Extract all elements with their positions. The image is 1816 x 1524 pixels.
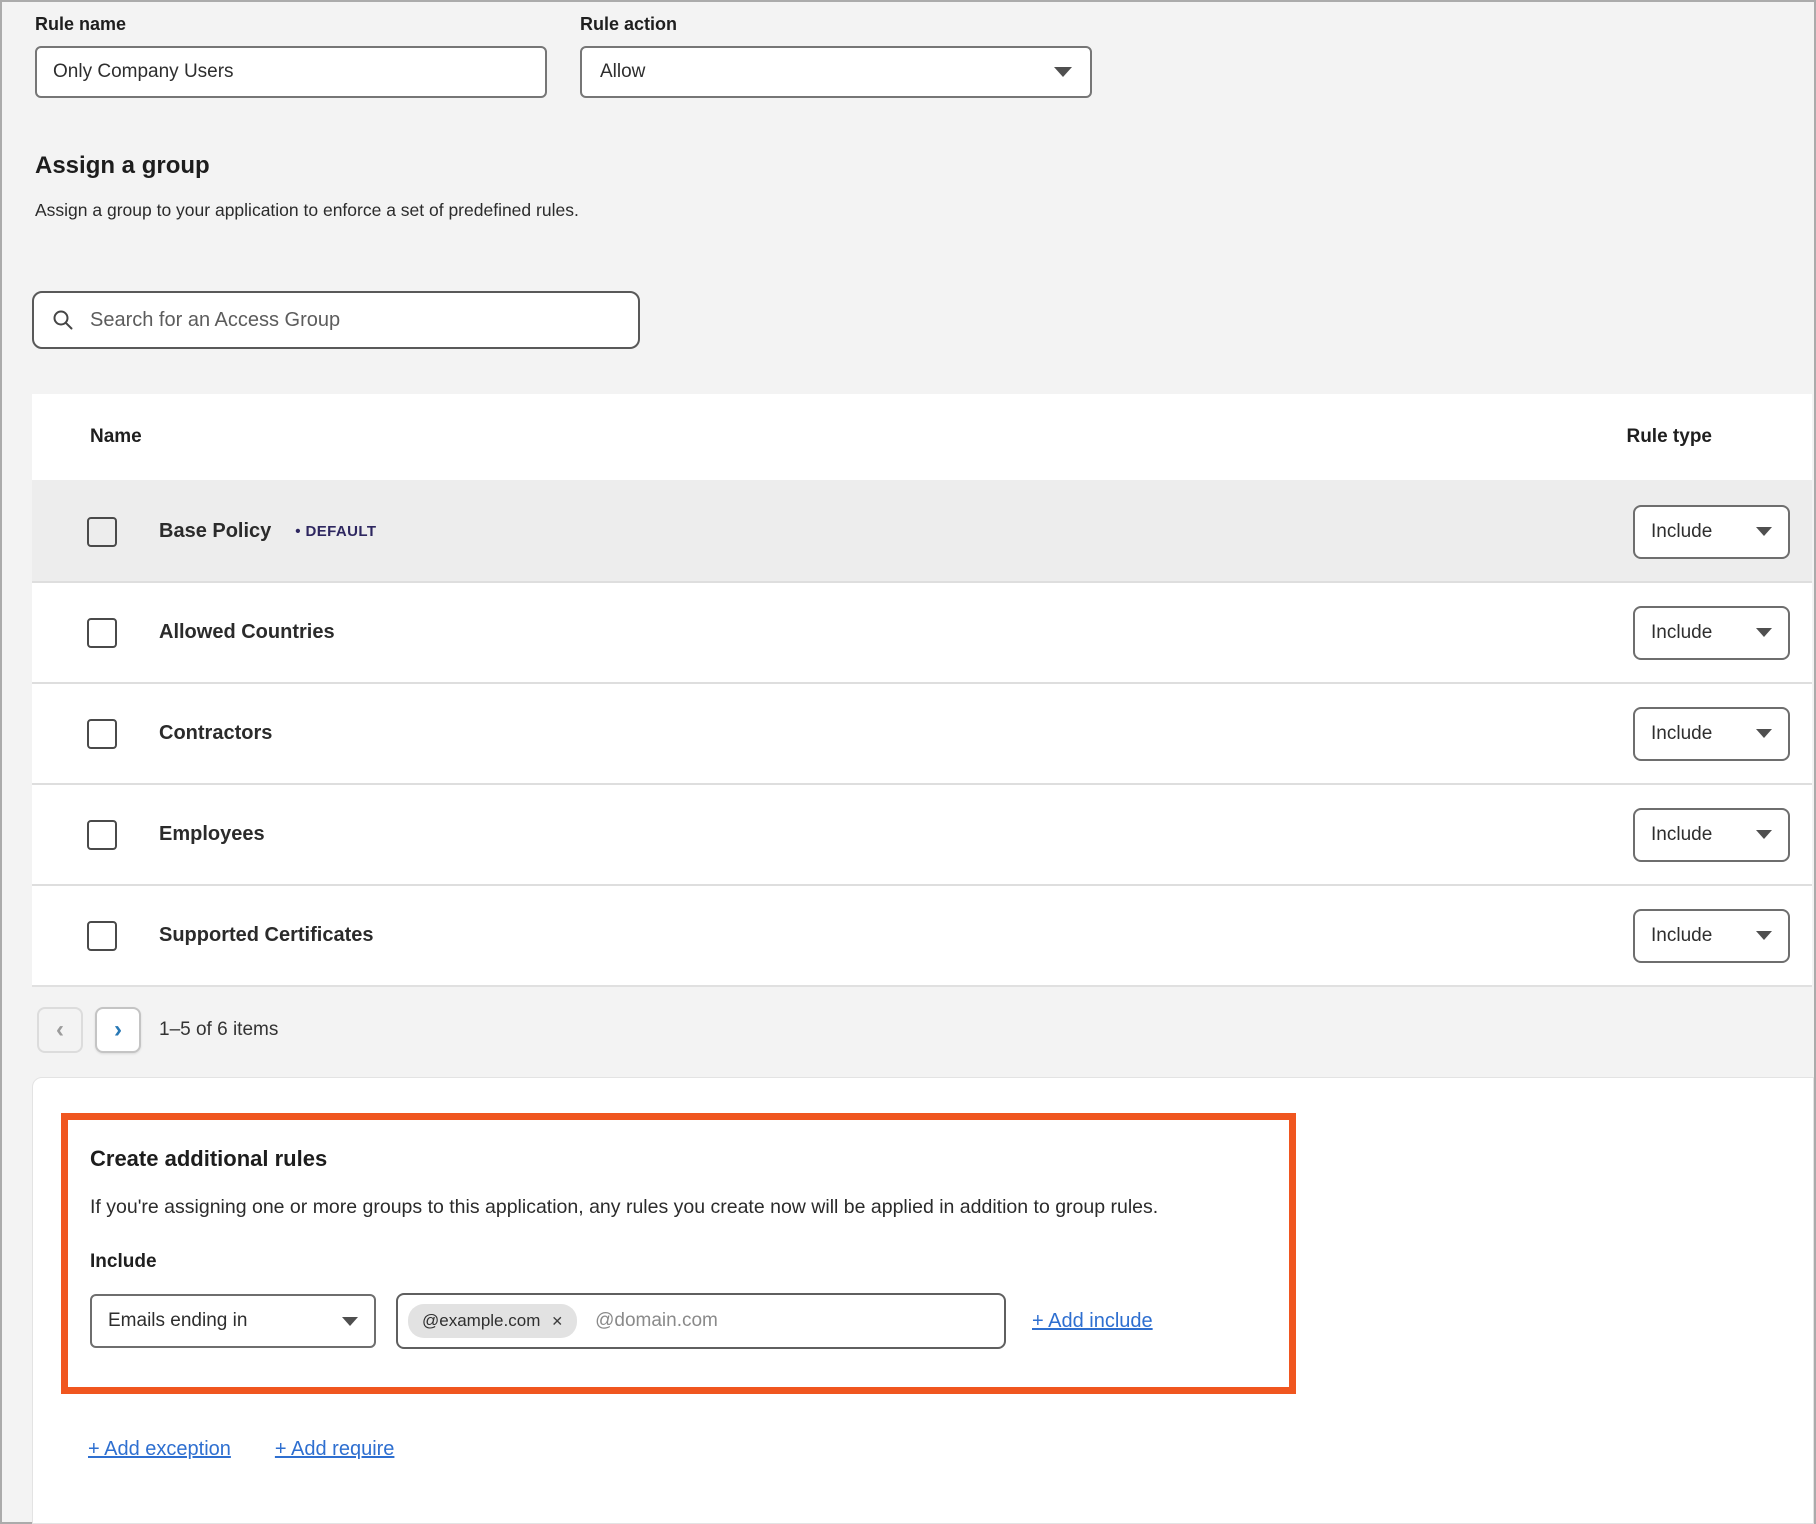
rule-type-select[interactable]: Include	[1633, 707, 1790, 761]
rule-type-select[interactable]: Include	[1633, 808, 1790, 862]
rule-action-label: Rule action	[580, 14, 1092, 35]
rule-type-select[interactable]: Include	[1633, 505, 1790, 559]
rule-action-field-group: Rule action Allow	[580, 14, 1092, 98]
rule-type-select[interactable]: Include	[1633, 606, 1790, 660]
additional-rules-card: Create additional rules If you're assign…	[32, 1077, 1814, 1524]
pagination: ‹ › 1–5 of 6 items	[37, 1007, 278, 1053]
chevron-down-icon	[1756, 527, 1772, 536]
pagination-status: 1–5 of 6 items	[159, 1019, 278, 1041]
access-group-search	[32, 291, 640, 349]
table-row-base-policy[interactable]: Base Policy DEFAULT Include	[32, 480, 1812, 581]
assign-group-heading: Assign a group	[35, 152, 210, 180]
table-row-employees[interactable]: Employees Include	[32, 783, 1812, 884]
add-require-link[interactable]: + Add require	[275, 1438, 395, 1461]
condition-type-select[interactable]: Emails ending in	[90, 1294, 376, 1348]
row-checkbox[interactable]	[87, 921, 117, 951]
add-exception-link[interactable]: + Add exception	[88, 1438, 231, 1461]
rule-type-select[interactable]: Include	[1633, 909, 1790, 963]
chevron-down-icon	[1054, 67, 1072, 77]
search-input[interactable]	[88, 308, 620, 333]
additional-rules-description: If you're assigning one or more groups t…	[90, 1196, 1259, 1219]
default-badge: DEFAULT	[295, 523, 376, 540]
row-checkbox[interactable]	[87, 517, 117, 547]
table-row-contractors[interactable]: Contractors Include	[32, 682, 1812, 783]
row-name: Supported Certificates	[159, 924, 373, 947]
chevron-right-icon: ›	[114, 1016, 122, 1044]
assign-group-description: Assign a group to your application to en…	[35, 200, 579, 221]
email-domains-tag-input[interactable]: @example.com ✕	[396, 1293, 1006, 1349]
chevron-left-icon: ‹	[56, 1016, 64, 1044]
table-row-supported-certificates[interactable]: Supported Certificates Include	[32, 884, 1812, 985]
rule-name-input[interactable]	[35, 46, 547, 98]
rule-footer-links: + Add exception + Add require	[88, 1438, 394, 1461]
rule-type-value: Include	[1651, 622, 1712, 644]
chevron-down-icon	[1756, 628, 1772, 637]
remove-chip-icon[interactable]: ✕	[551, 1313, 563, 1330]
table-header-row: Name Rule type	[32, 394, 1812, 480]
rule-type-value: Include	[1651, 521, 1712, 543]
row-name: Allowed Countries	[159, 621, 335, 644]
row-checkbox[interactable]	[87, 820, 117, 850]
previous-page-button[interactable]: ‹	[37, 1007, 83, 1053]
row-name: Base Policy	[159, 520, 271, 543]
rule-action-select[interactable]: Allow	[580, 46, 1092, 98]
rule-name-label: Rule name	[35, 14, 547, 35]
rule-type-value: Include	[1651, 723, 1712, 745]
additional-rules-heading: Create additional rules	[90, 1146, 1259, 1172]
create-additional-rules-highlight: Create additional rules If you're assign…	[61, 1113, 1296, 1394]
chevron-down-icon	[1756, 931, 1772, 940]
row-checkbox[interactable]	[87, 618, 117, 648]
row-name: Contractors	[159, 722, 272, 745]
rule-type-value: Include	[1651, 824, 1712, 846]
email-domain-chip: @example.com ✕	[408, 1304, 577, 1338]
chevron-down-icon	[342, 1317, 358, 1326]
column-header-name: Name	[90, 426, 142, 448]
include-section-label: Include	[90, 1251, 1259, 1273]
email-domain-input[interactable]	[593, 1309, 994, 1333]
include-rule-controls: Emails ending in @example.com ✕ + Add in…	[90, 1293, 1259, 1349]
table-row-allowed-countries[interactable]: Allowed Countries Include	[32, 581, 1812, 682]
rule-action-value: Allow	[600, 61, 645, 83]
add-include-link[interactable]: + Add include	[1032, 1310, 1153, 1333]
row-name: Employees	[159, 823, 265, 846]
rule-name-field-group: Rule name	[35, 14, 547, 98]
search-icon	[52, 309, 74, 331]
chip-label: @example.com	[422, 1311, 540, 1331]
chevron-down-icon	[1756, 729, 1772, 738]
rule-type-value: Include	[1651, 925, 1712, 947]
access-groups-table: Name Rule type Base Policy DEFAULT Inclu…	[32, 394, 1812, 987]
column-header-rule-type: Rule type	[1626, 426, 1712, 448]
chevron-down-icon	[1756, 830, 1772, 839]
condition-type-value: Emails ending in	[108, 1310, 247, 1332]
row-checkbox[interactable]	[87, 719, 117, 749]
policy-rule-page: { "form": { "rule_name": { "label": "Rul…	[0, 0, 1816, 1524]
next-page-button[interactable]: ›	[95, 1007, 141, 1053]
